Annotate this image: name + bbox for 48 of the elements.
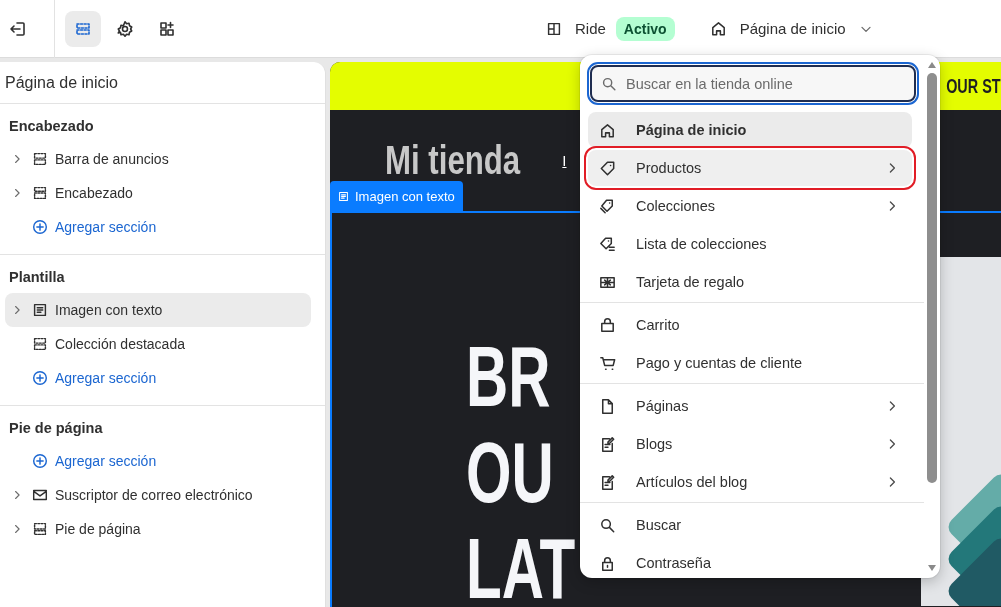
sidebar-title: Página de inicio (0, 62, 325, 104)
menu-item[interactable]: Lista de colecciones (588, 226, 912, 262)
menu-item[interactable]: Pago y cuentas de cliente (588, 345, 912, 381)
group-heading: Plantilla (8, 269, 66, 287)
headline-line: BR (466, 328, 551, 424)
section-item[interactable]: Barra de anuncios (5, 142, 311, 176)
scroll-thumb[interactable] (927, 73, 937, 483)
add-section-link[interactable]: Agregar sección (5, 210, 311, 244)
section-icon (31, 335, 49, 353)
menu-item[interactable]: Página de inicio (588, 112, 912, 148)
theme-name: Ride (575, 20, 606, 37)
section-item[interactable]: Imagen con texto (5, 293, 311, 327)
group-heading: Pie de página (8, 420, 104, 438)
menu-item[interactable]: Páginas (588, 388, 912, 424)
headline-line: OU (466, 424, 554, 520)
settings-icon (115, 18, 135, 39)
announcement-text: OUR ST (946, 74, 1001, 98)
nav-link[interactable]: I (562, 152, 567, 169)
scroll-down-icon[interactable] (927, 564, 937, 572)
headline-line: LAT (466, 520, 576, 607)
section-tag: Imagen con texto (330, 181, 463, 211)
sections-tool-button[interactable] (65, 10, 101, 47)
menu-item[interactable]: Blogs (588, 426, 912, 462)
section-item[interactable]: Pie de página (5, 512, 311, 546)
menu-item[interactable]: Artículos del blog (588, 464, 912, 500)
add-section-link[interactable]: Agregar sección (5, 361, 311, 395)
section-item[interactable]: Encabezado (5, 176, 311, 210)
menu-item[interactable]: Carrito (588, 307, 912, 343)
text-block-icon (337, 189, 350, 203)
menu-item[interactable]: Contraseña (588, 545, 912, 578)
group-heading: Encabezado (8, 118, 95, 136)
status-badge: Activo (615, 16, 675, 41)
menu-item[interactable]: Colecciones (588, 188, 912, 224)
header-icon (31, 184, 49, 202)
section-icon (31, 150, 49, 168)
search-icon (600, 75, 618, 93)
search-field[interactable]: Buscar en la tienda online (590, 65, 916, 102)
section-item[interactable]: Suscriptor de correo electrónico (5, 478, 311, 512)
section-item[interactable]: Colección destacada (5, 327, 311, 361)
footer-icon (31, 520, 49, 538)
menu-item[interactable]: Tarjeta de regalo (588, 264, 912, 300)
add-section-link[interactable]: Agregar sección (5, 444, 311, 478)
store-name: Mi tienda (385, 138, 521, 183)
page-selector[interactable]: Página de inicio (708, 19, 874, 38)
bag-icon (598, 315, 617, 335)
scroll-up-icon[interactable] (927, 61, 937, 69)
text-block-icon (31, 301, 49, 319)
menu-item[interactable]: Buscar (588, 507, 912, 543)
